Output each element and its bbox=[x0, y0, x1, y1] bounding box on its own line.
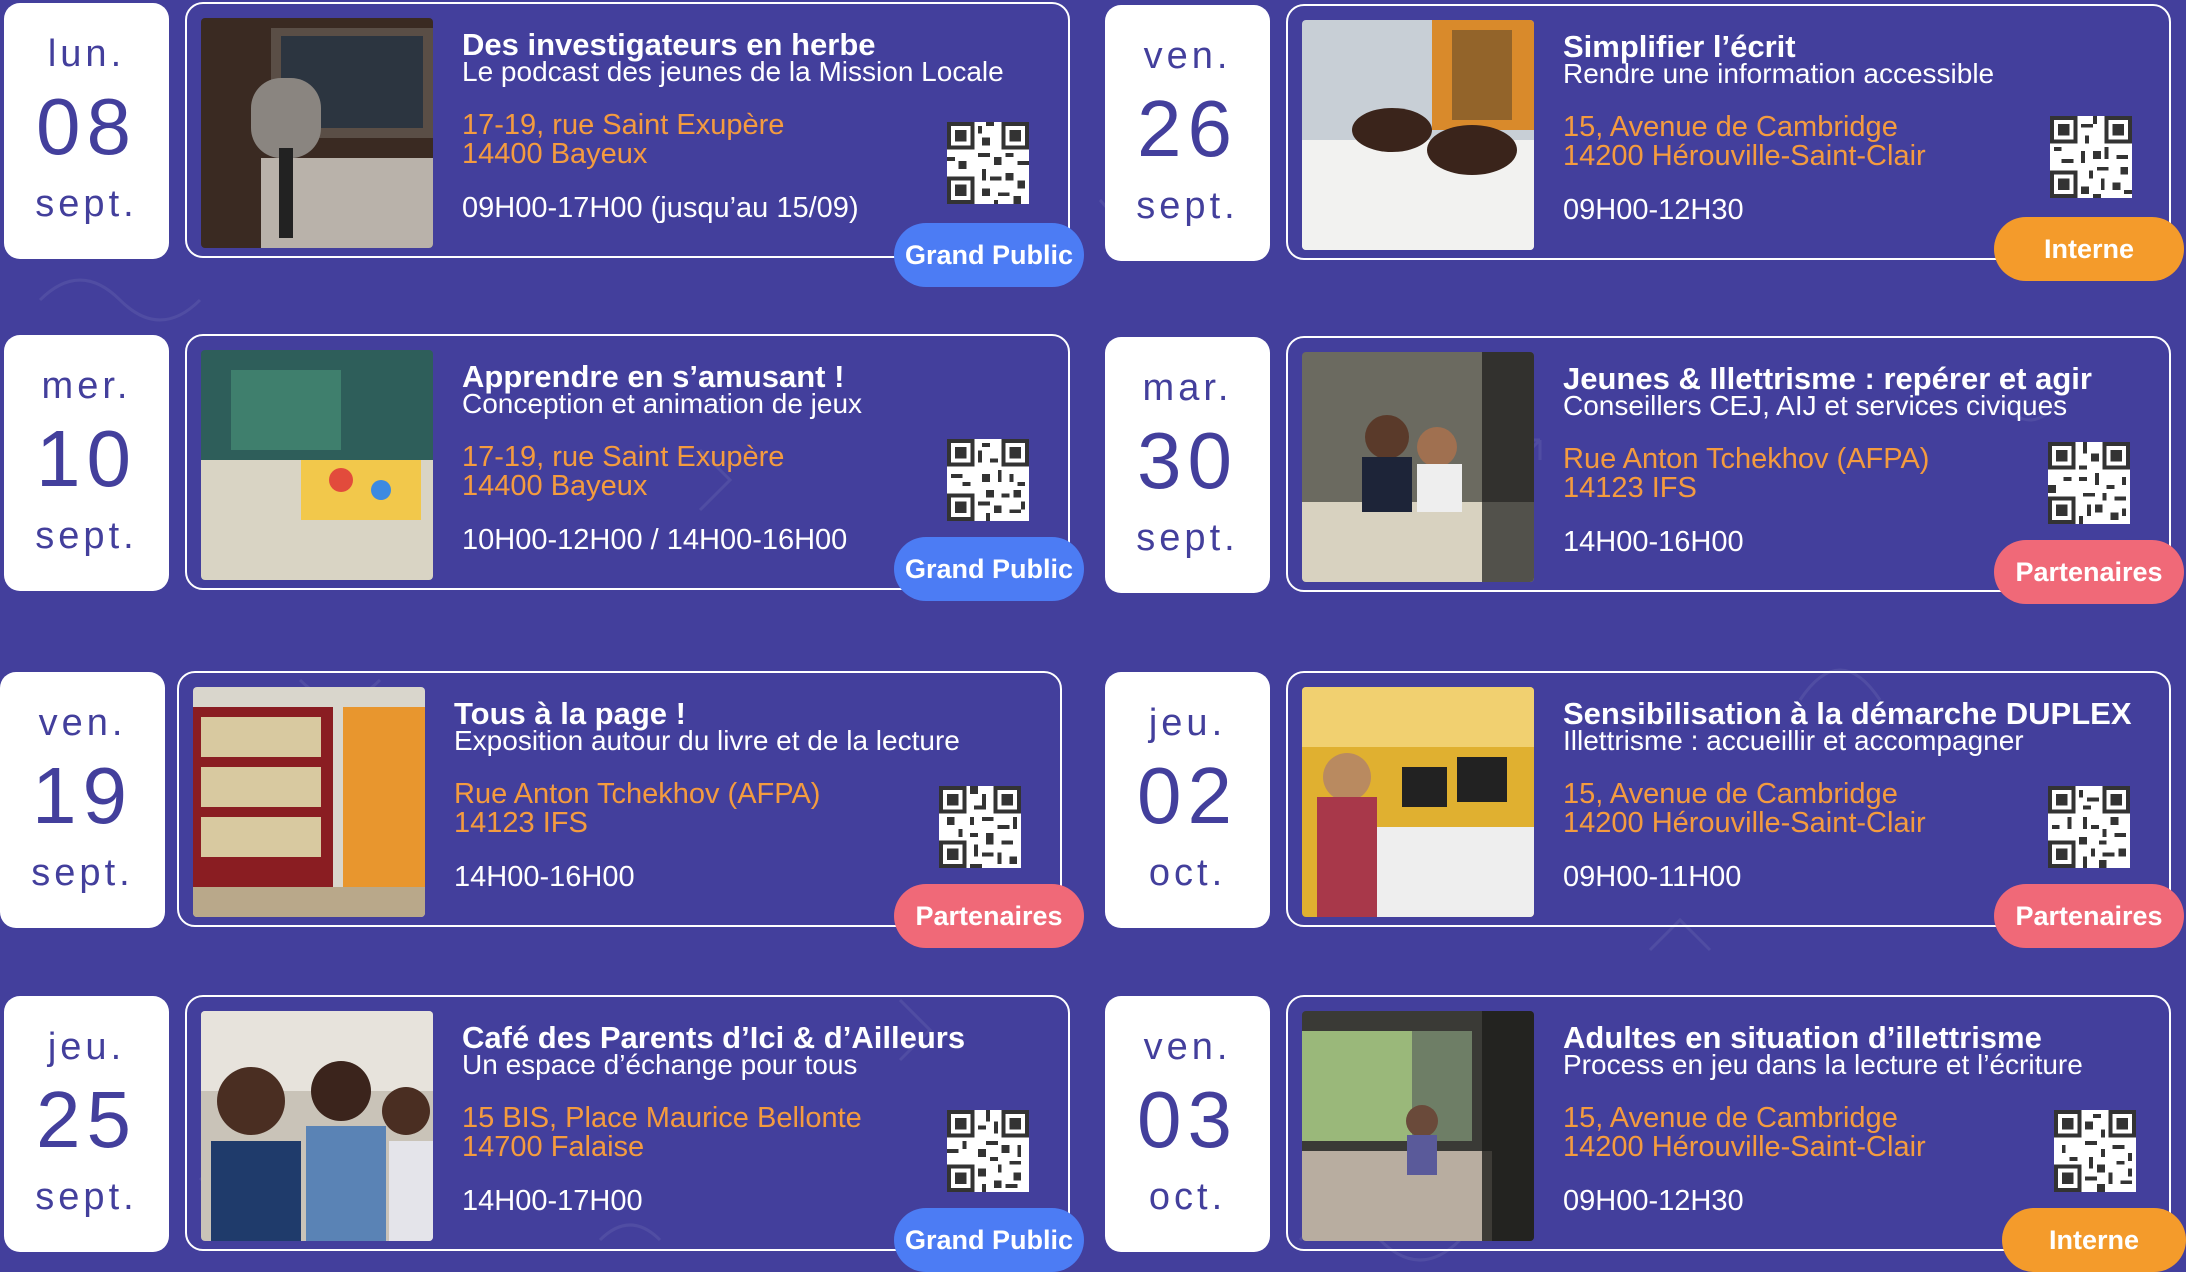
event-hours: 09H00-12H30 bbox=[1563, 1185, 1744, 1217]
date-card: ven. 03 oct. bbox=[1105, 996, 1270, 1252]
qr-code-icon[interactable] bbox=[947, 122, 1029, 204]
date-day: 30 bbox=[1137, 416, 1238, 505]
writing-hands-photo bbox=[1302, 20, 1534, 250]
group-discussion-photo bbox=[201, 1011, 433, 1241]
date-card: mar. 30 sept. bbox=[1105, 337, 1270, 593]
date-month: sept. bbox=[35, 183, 138, 225]
audience-badge: Grand Public bbox=[894, 1208, 1084, 1272]
date-card: ven. 19 sept. bbox=[0, 672, 165, 928]
date-month: sept. bbox=[1136, 517, 1239, 559]
audience-badge: Grand Public bbox=[894, 537, 1084, 601]
event-address-city: 14400 Bayeux bbox=[462, 138, 648, 170]
audience-badge: Grand Public bbox=[894, 223, 1084, 287]
date-weekday: lun. bbox=[47, 33, 126, 75]
event-hours: 14H00-17H00 bbox=[462, 1185, 643, 1217]
qr-code-icon[interactable] bbox=[947, 439, 1029, 521]
qr-code-icon[interactable] bbox=[2048, 442, 2130, 524]
qr-code-icon[interactable] bbox=[939, 786, 1021, 868]
date-card: lun. 08 sept. bbox=[4, 3, 169, 259]
event-hours: 14H00-16H00 bbox=[1563, 526, 1744, 558]
date-day: 10 bbox=[36, 414, 137, 503]
event-address-city: 14200 Hérouville-Saint-Clair bbox=[1563, 140, 1926, 172]
date-month: oct. bbox=[1148, 1176, 1227, 1218]
date-day: 26 bbox=[1137, 84, 1238, 173]
date-month: sept. bbox=[1136, 185, 1239, 227]
study-group-photo bbox=[1302, 352, 1534, 582]
event-subtitle: Exposition autour du livre et de la lect… bbox=[454, 725, 960, 756]
qr-code-icon[interactable] bbox=[2054, 1110, 2136, 1192]
board-game-photo bbox=[201, 350, 433, 580]
event-hours: 14H00-16H00 bbox=[454, 861, 635, 893]
date-weekday: ven. bbox=[38, 702, 127, 744]
date-day: 02 bbox=[1137, 751, 1238, 840]
event-address-city: 14400 Bayeux bbox=[462, 470, 648, 502]
event-card[interactable]: Des investigateurs en herbe Le podcast d… bbox=[185, 2, 1070, 258]
date-card: jeu. 02 oct. bbox=[1105, 672, 1270, 928]
event-subtitle: Conception et animation de jeux bbox=[462, 388, 863, 419]
date-card: jeu. 25 sept. bbox=[4, 996, 169, 1252]
event-subtitle: Le podcast des jeunes de la Mission Loca… bbox=[462, 56, 1004, 87]
audience-badge: Interne bbox=[1994, 217, 2184, 281]
event-hours: 09H00-11H00 bbox=[1563, 861, 1742, 893]
event-address-city: 14123 IFS bbox=[1563, 472, 1697, 504]
event-subtitle: Rendre une information accessible bbox=[1563, 58, 1995, 89]
event-hours: 10H00-12H00 / 14H00-16H00 bbox=[462, 524, 848, 556]
qr-code-icon[interactable] bbox=[2050, 116, 2132, 198]
date-day: 08 bbox=[36, 82, 137, 171]
event-address-city: 14700 Falaise bbox=[462, 1131, 645, 1163]
date-month: sept. bbox=[31, 852, 134, 894]
computer-room-photo bbox=[1302, 687, 1534, 917]
event-subtitle: Conseillers CEJ, AIJ et services civique… bbox=[1563, 390, 2068, 421]
date-weekday: mer. bbox=[41, 365, 132, 407]
audience-badge: Partenaires bbox=[1994, 884, 2184, 948]
date-month: oct. bbox=[1148, 852, 1227, 894]
podcast-microphone-photo bbox=[201, 18, 433, 248]
date-weekday: ven. bbox=[1143, 35, 1232, 77]
event-subtitle: Un espace d’échange pour tous bbox=[462, 1049, 858, 1080]
audience-badge: Partenaires bbox=[894, 884, 1084, 948]
date-month: sept. bbox=[35, 1176, 138, 1218]
classroom-photo bbox=[1302, 1011, 1534, 1241]
event-address-city: 14123 IFS bbox=[454, 807, 588, 839]
qr-code-icon[interactable] bbox=[2048, 786, 2130, 868]
date-month: sept. bbox=[35, 515, 138, 557]
date-weekday: jeu. bbox=[1148, 702, 1227, 744]
event-address-city: 14200 Hérouville-Saint-Clair bbox=[1563, 1131, 1926, 1163]
date-day: 19 bbox=[32, 751, 133, 840]
date-card: ven. 26 sept. bbox=[1105, 5, 1270, 261]
event-hours: 09H00-12H30 bbox=[1563, 194, 1744, 226]
event-subtitle: Process en jeu dans la lecture et l’écri… bbox=[1563, 1049, 2083, 1080]
audience-badge: Partenaires bbox=[1994, 540, 2184, 604]
event-subtitle: Illettrisme : accueillir et accompagner bbox=[1563, 725, 2024, 756]
date-weekday: ven. bbox=[1143, 1026, 1232, 1068]
date-weekday: jeu. bbox=[47, 1026, 126, 1068]
event-address-city: 14200 Hérouville-Saint-Clair bbox=[1563, 807, 1926, 839]
event-hours: 09H00-17H00 (jusqu’au 15/09) bbox=[462, 192, 859, 224]
date-card: mer. 10 sept. bbox=[4, 335, 169, 591]
audience-badge: Interne bbox=[2002, 1208, 2186, 1272]
qr-code-icon[interactable] bbox=[947, 1110, 1029, 1192]
date-weekday: mar. bbox=[1142, 367, 1233, 409]
library-bookshelf-photo bbox=[193, 687, 425, 917]
date-day: 03 bbox=[1137, 1075, 1238, 1164]
date-day: 25 bbox=[36, 1075, 137, 1164]
